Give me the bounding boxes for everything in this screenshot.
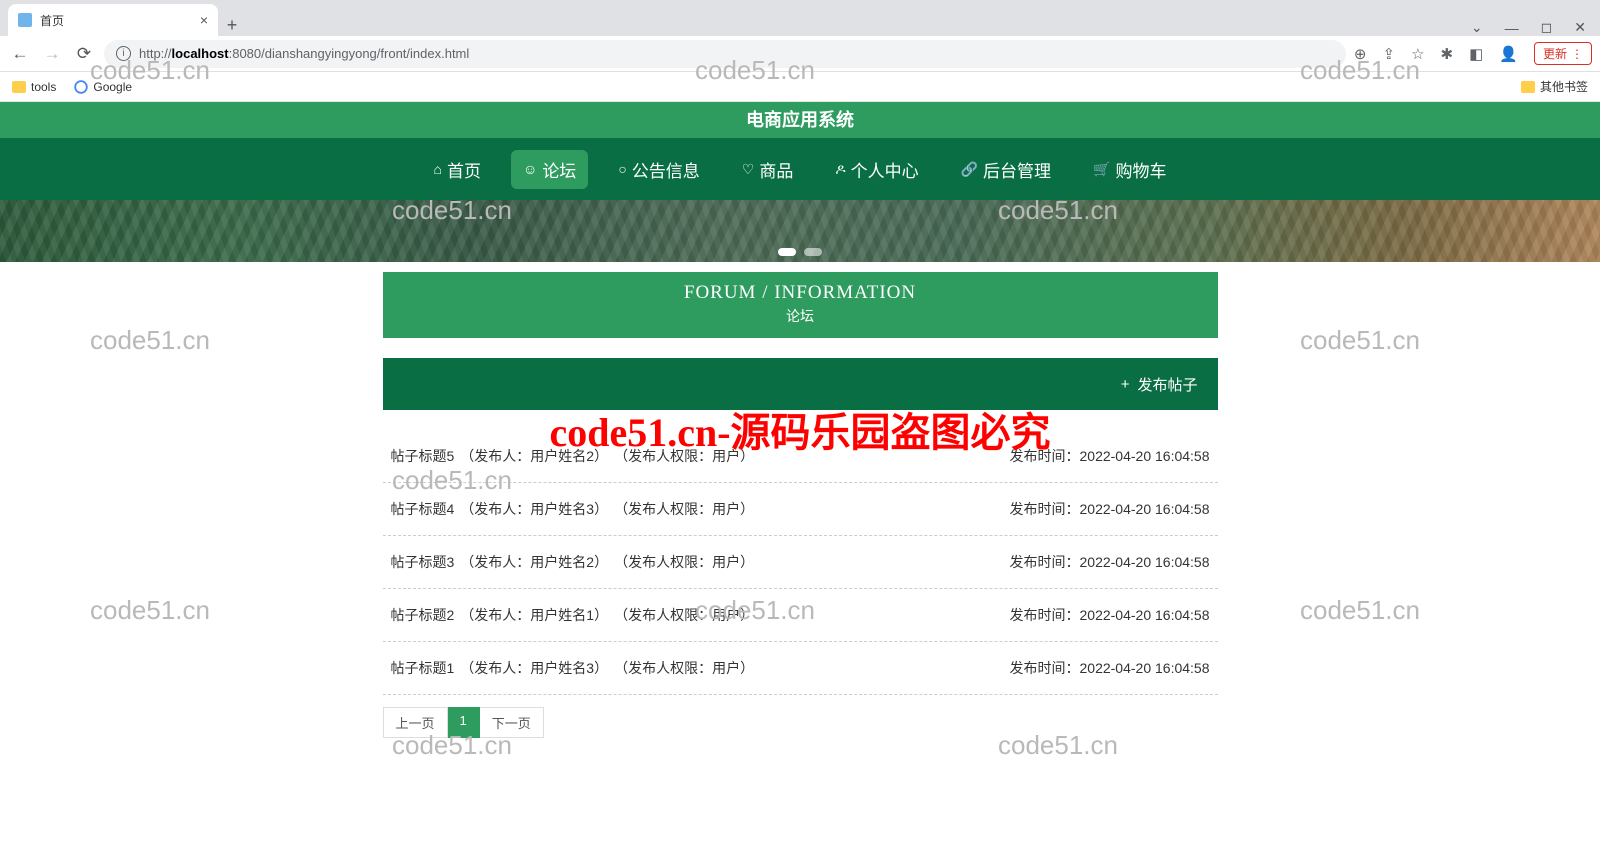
close-icon[interactable]: × xyxy=(200,12,208,28)
nav-cart[interactable]: 🛒购物车 xyxy=(1081,150,1178,189)
content: FORUM / INFORMATION 论坛 + 发布帖子 帖子标题5（发布人：… xyxy=(383,272,1218,738)
nav-forum[interactable]: ☺论坛 xyxy=(511,150,588,189)
heart-icon: ♡ xyxy=(742,161,755,178)
post-row[interactable]: 帖子标题5（发布人：用户姓名2）（发布人权限：用户） 发布时间：2022-04-… xyxy=(383,430,1218,483)
home-icon: ⌂ xyxy=(434,161,442,177)
post-row[interactable]: 帖子标题4（发布人：用户姓名3）（发布人权限：用户） 发布时间：2022-04-… xyxy=(383,483,1218,536)
bookmark-tools[interactable]: tools xyxy=(12,80,56,94)
tab-title: 首页 xyxy=(40,12,64,29)
maximize-icon[interactable]: ◻ xyxy=(1541,19,1553,36)
carousel-dot-1[interactable] xyxy=(778,248,796,256)
main-nav: ⌂首页 ☺论坛 ○公告信息 ♡商品 ዶ个人中心 🔗后台管理 🛒购物车 xyxy=(0,138,1600,200)
plus-icon: + xyxy=(1121,376,1130,393)
favicon-icon xyxy=(18,13,32,27)
sidepanel-icon[interactable]: ◧ xyxy=(1469,45,1483,63)
google-icon xyxy=(74,80,88,94)
bookmark-other[interactable]: 其他书签 xyxy=(1521,78,1588,95)
nav-profile[interactable]: ዶ个人中心 xyxy=(823,150,930,189)
forum-header-cn: 论坛 xyxy=(383,306,1218,326)
site-info-icon[interactable]: i xyxy=(116,46,131,61)
nav-product[interactable]: ♡商品 xyxy=(730,150,806,189)
forum-icon: ☺ xyxy=(523,161,537,177)
update-button[interactable]: 更新⋮ xyxy=(1534,42,1592,65)
address-bar[interactable]: i http://localhost:8080/dianshangyingyon… xyxy=(104,40,1346,68)
site-title: 电商应用系统 xyxy=(0,102,1600,138)
forum-list: 帖子标题5（发布人：用户姓名2）（发布人权限：用户） 发布时间：2022-04-… xyxy=(383,430,1218,695)
reload-button[interactable]: ⟳ xyxy=(72,44,96,64)
nav-admin[interactable]: 🔗后台管理 xyxy=(949,150,1063,189)
new-tab-button[interactable]: + xyxy=(218,15,246,36)
profile-icon[interactable]: 👤 xyxy=(1499,45,1518,63)
post-row[interactable]: 帖子标题2（发布人：用户姓名1）（发布人权限：用户） 发布时间：2022-04-… xyxy=(383,589,1218,642)
page: 电商应用系统 ⌂首页 ☺论坛 ○公告信息 ♡商品 ዶ个人中心 🔗后台管理 🛒购物… xyxy=(0,102,1600,738)
bookmark-google[interactable]: Google xyxy=(74,80,132,94)
banner-carousel[interactable] xyxy=(0,200,1600,262)
browser-tabstrip: 首页 × + ⌄ — ◻ ✕ xyxy=(0,0,1600,36)
forward-button[interactable]: → xyxy=(40,44,64,64)
post-row[interactable]: 帖子标题1（发布人：用户姓名3）（发布人权限：用户） 发布时间：2022-04-… xyxy=(383,642,1218,695)
bookmark-star-icon[interactable]: ☆ xyxy=(1411,45,1424,63)
url-text: http://localhost:8080/dianshangyingyong/… xyxy=(139,46,469,61)
person-icon: ዶ xyxy=(835,161,845,178)
folder-icon xyxy=(1521,81,1535,93)
zoom-icon[interactable]: ⊕ xyxy=(1354,45,1367,63)
toolbar-icons: ⊕ ⇪ ☆ ✱ ◧ 👤 更新⋮ xyxy=(1354,42,1592,65)
browser-tab[interactable]: 首页 × xyxy=(8,4,218,36)
share-icon[interactable]: ⇪ xyxy=(1383,45,1396,63)
notice-icon: ○ xyxy=(618,161,626,177)
minimize-icon[interactable]: — xyxy=(1505,20,1519,36)
folder-icon xyxy=(12,81,26,93)
publish-post-button[interactable]: + 发布帖子 xyxy=(1121,374,1198,395)
browser-toolbar: ← → ⟳ i http://localhost:8080/dianshangy… xyxy=(0,36,1600,72)
bookmarks-bar: tools Google 其他书签 xyxy=(0,72,1600,102)
close-window-icon[interactable]: ✕ xyxy=(1574,19,1586,36)
pager-next[interactable]: 下一页 xyxy=(480,707,544,738)
forum-header: FORUM / INFORMATION 论坛 xyxy=(383,272,1218,338)
publish-bar: + 发布帖子 xyxy=(383,358,1218,410)
nav-home[interactable]: ⌂首页 xyxy=(422,150,493,189)
pagination: 上一页 1 下一页 xyxy=(383,707,1218,738)
nav-notice[interactable]: ○公告信息 xyxy=(606,150,711,189)
pager-prev[interactable]: 上一页 xyxy=(383,707,448,738)
carousel-dots xyxy=(778,248,822,256)
carousel-dot-2[interactable] xyxy=(804,248,822,256)
dropdown-icon[interactable]: ⌄ xyxy=(1471,19,1483,36)
window-controls: ⌄ — ◻ ✕ xyxy=(1471,19,1600,36)
back-button[interactable]: ← xyxy=(8,44,32,64)
forum-header-en: FORUM / INFORMATION xyxy=(383,282,1218,304)
pager-page-1[interactable]: 1 xyxy=(448,707,480,738)
extensions-icon[interactable]: ✱ xyxy=(1441,45,1454,63)
post-row[interactable]: 帖子标题3（发布人：用户姓名2）（发布人权限：用户） 发布时间：2022-04-… xyxy=(383,536,1218,589)
cart-icon: 🛒 xyxy=(1093,161,1110,178)
link-icon: 🔗 xyxy=(961,161,978,178)
